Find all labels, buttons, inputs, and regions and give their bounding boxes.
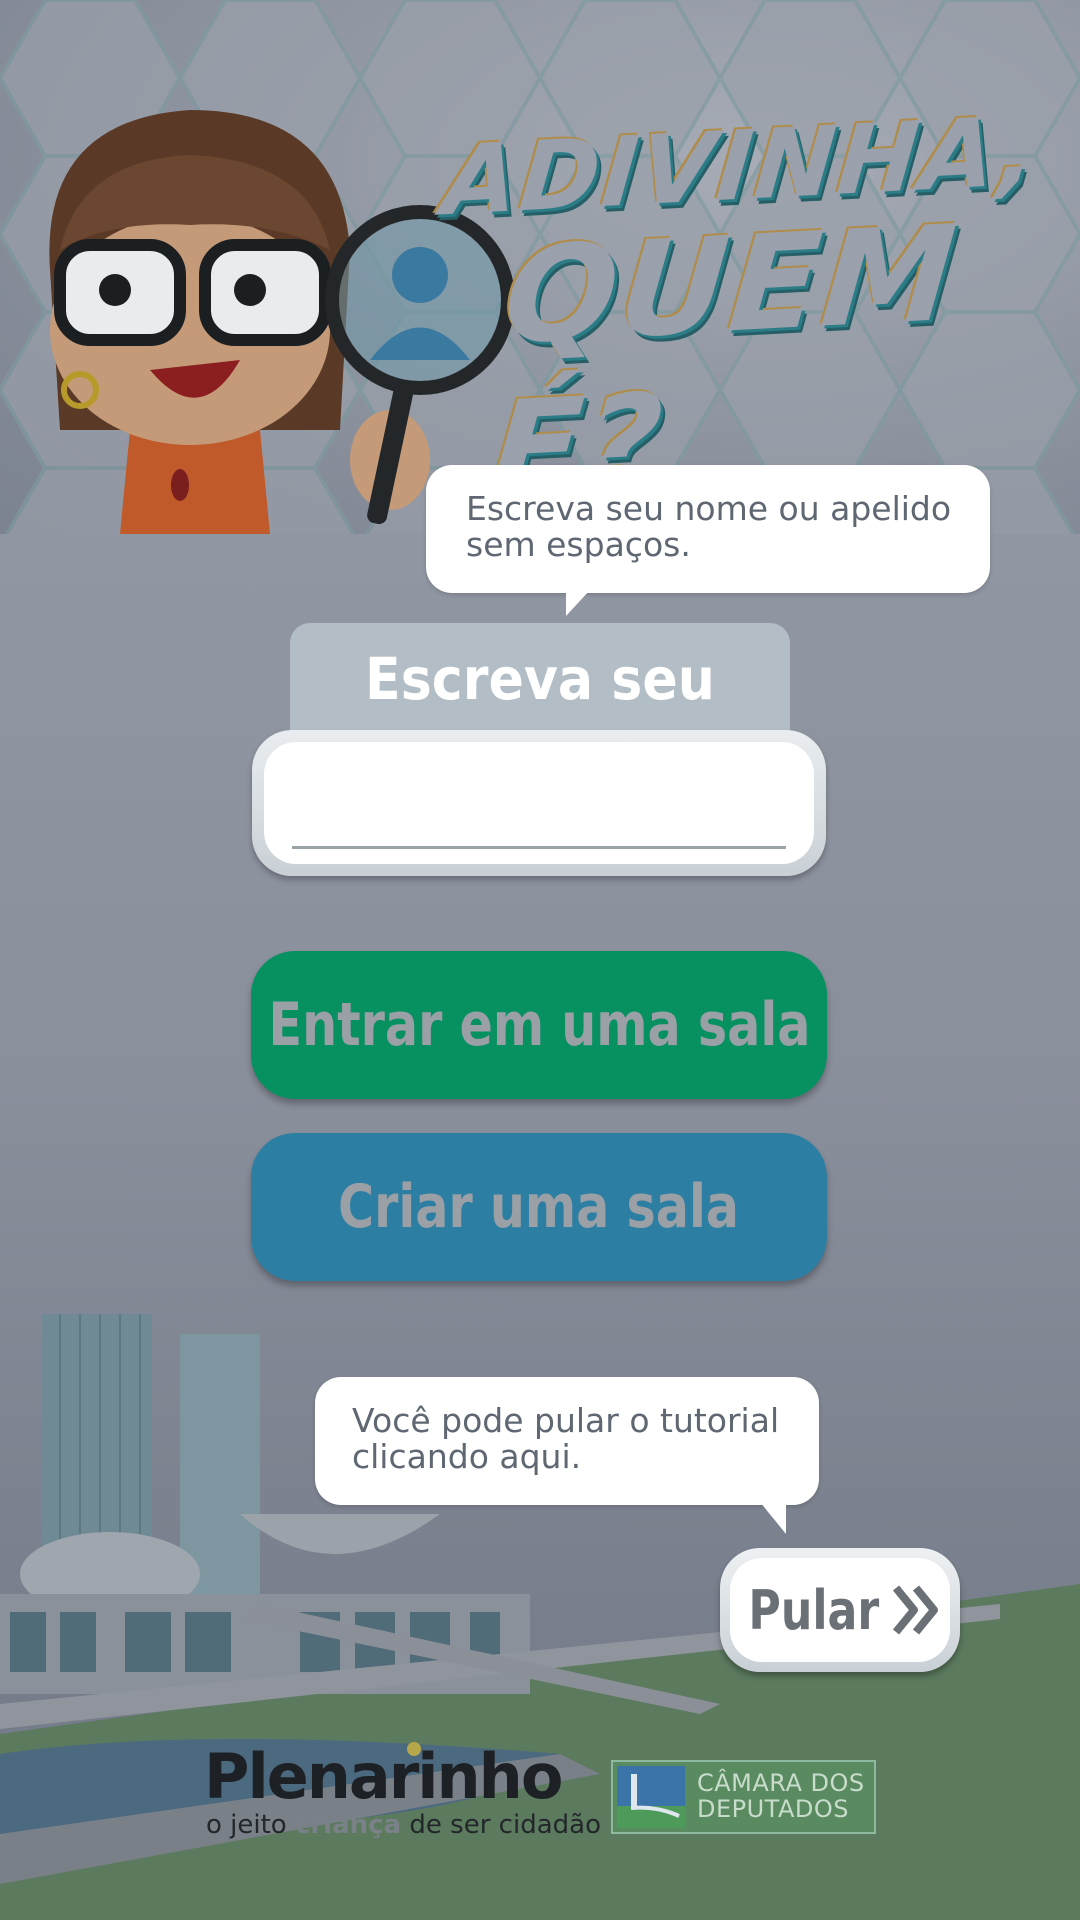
tagline-pre: o jeito xyxy=(206,1810,295,1840)
tutorial-bubble-skip-hint: Você pode pular o tutorial clicando aqui… xyxy=(315,1377,819,1505)
name-label-tab: Escreva seu nome xyxy=(290,623,790,781)
plenarinho-dot xyxy=(407,1742,421,1756)
name-field-frame xyxy=(252,730,826,876)
skip-button-inner[interactable]: Pular xyxy=(730,1558,950,1662)
name-hint-text: Escreva seu nome ou apelido sem espaços. xyxy=(466,489,952,564)
tutorial-bubble-name-hint: Escreva seu nome ou apelido sem espaços. xyxy=(426,465,990,593)
double-chevron-right-icon xyxy=(892,1585,938,1635)
plenarinho-logo: Plenarinho o jeito criança de ser cidadã… xyxy=(204,1740,601,1840)
create-room-label: Criar uma sala xyxy=(338,1172,740,1242)
camara-emblem-icon xyxy=(617,1766,685,1828)
create-room-button[interactable]: Criar uma sala xyxy=(251,1133,827,1281)
skip-label: Pular xyxy=(748,1578,880,1642)
tagline-highlight: criança xyxy=(294,1810,402,1840)
plenarinho-tagline: o jeito criança de ser cidadão xyxy=(206,1810,601,1840)
tagline-post: de ser cidadão xyxy=(401,1810,601,1840)
camara-emblem xyxy=(617,1766,685,1828)
enter-room-label: Entrar em uma sala xyxy=(268,990,810,1060)
camara-logo: CÂMARA DOS DEPUTADOS xyxy=(611,1760,876,1834)
skip-button[interactable]: Pular xyxy=(720,1548,960,1672)
skip-hint-text: Você pode pular o tutorial clicando aqui… xyxy=(352,1401,780,1476)
bubble-tail xyxy=(566,590,590,616)
camara-text: CÂMARA DOS DEPUTADOS xyxy=(697,1769,865,1823)
bubble-tail xyxy=(760,1502,786,1534)
plenarinho-wordmark: Plenarinho xyxy=(204,1740,563,1813)
header-banner: ADIVINHA, QUEM É? xyxy=(0,0,1080,534)
enter-room-button[interactable]: Entrar em uma sala xyxy=(251,951,827,1099)
name-input-underline xyxy=(292,846,786,849)
